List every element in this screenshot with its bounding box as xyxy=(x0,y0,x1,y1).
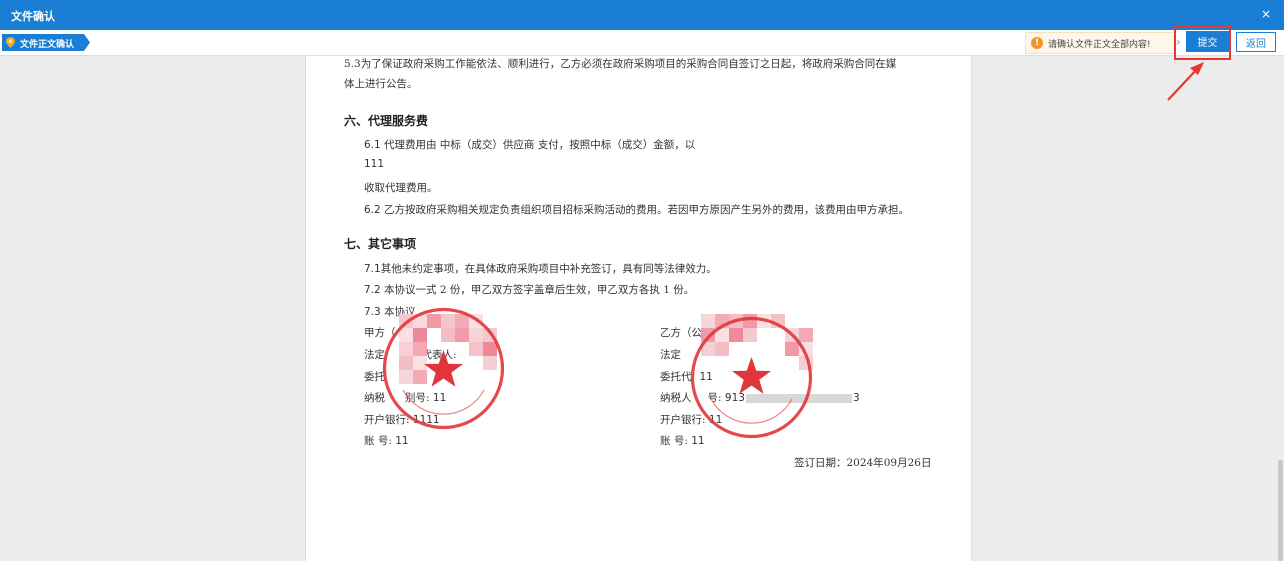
party-b-rep: 法定 xyxy=(660,349,681,361)
sign-date: 签订日期：2024年09月26日 xyxy=(794,457,932,469)
confirm-notice: ! 请确认文件正文全部内容! xyxy=(1025,32,1175,54)
notice-text: 请确认文件正文全部内容! xyxy=(1048,40,1151,50)
paragraph-7-1: 7.1其他未约定事项，在具体政府采购项目中补充签订，具有同等法律效力。 xyxy=(364,263,717,275)
window-title: 文件确认 xyxy=(11,10,55,23)
paragraph-5-3-cont: 体上进行公告。 xyxy=(344,78,418,90)
party-b-seal-icon xyxy=(690,316,813,439)
location-pin-icon xyxy=(6,37,15,48)
fee-value: 111 xyxy=(364,158,385,170)
section-7-title: 七、其它事项 xyxy=(344,237,417,251)
close-icon[interactable]: × xyxy=(1261,7,1271,21)
warning-icon: ! xyxy=(1031,37,1043,49)
back-button[interactable]: 返回 xyxy=(1236,32,1276,52)
highlight-box xyxy=(1174,25,1231,60)
window-titlebar: 文件确认 × xyxy=(0,0,1284,30)
paragraph-6-2: 6.2 乙方按政府采购相关规定负责组织项目招标采购活动的费用。若因甲方原因产生另… xyxy=(364,204,910,216)
section-6-title: 六、代理服务费 xyxy=(344,114,429,128)
annotation-arrow-icon xyxy=(1167,62,1204,101)
paragraph-5-3: 5.3为了保证政府采购工作能依法、顺利进行，乙方必须在政府采购项目的采购合同自签… xyxy=(344,58,897,70)
paragraph-7-2: 7.2 本协议一式 2 份，甲乙双方签字盖章后生效，甲乙双方各执 1 份。 xyxy=(364,284,695,296)
paragraph-6-1: 6.1 代理费用由 中标（成交）供应商 支付，按照中标（成交）金额，以 xyxy=(364,139,696,151)
party-a-account: 账 号: 11 xyxy=(364,435,409,447)
party-a-seal-icon xyxy=(382,307,505,430)
toolbar: 文件正文确认 ! 请确认文件正文全部内容! › xyxy=(0,30,1284,56)
scrollbar[interactable] xyxy=(1278,460,1283,561)
breadcrumb: 文件正文确认 xyxy=(2,34,90,51)
breadcrumb-label: 文件正文确认 xyxy=(20,40,75,50)
paragraph-6-1-tail: 收取代理费用。 xyxy=(364,182,438,194)
document-page: 5.3为了保证政府采购工作能依法、顺利进行，乙方必须在政府采购项目的采购合同自签… xyxy=(305,56,972,561)
